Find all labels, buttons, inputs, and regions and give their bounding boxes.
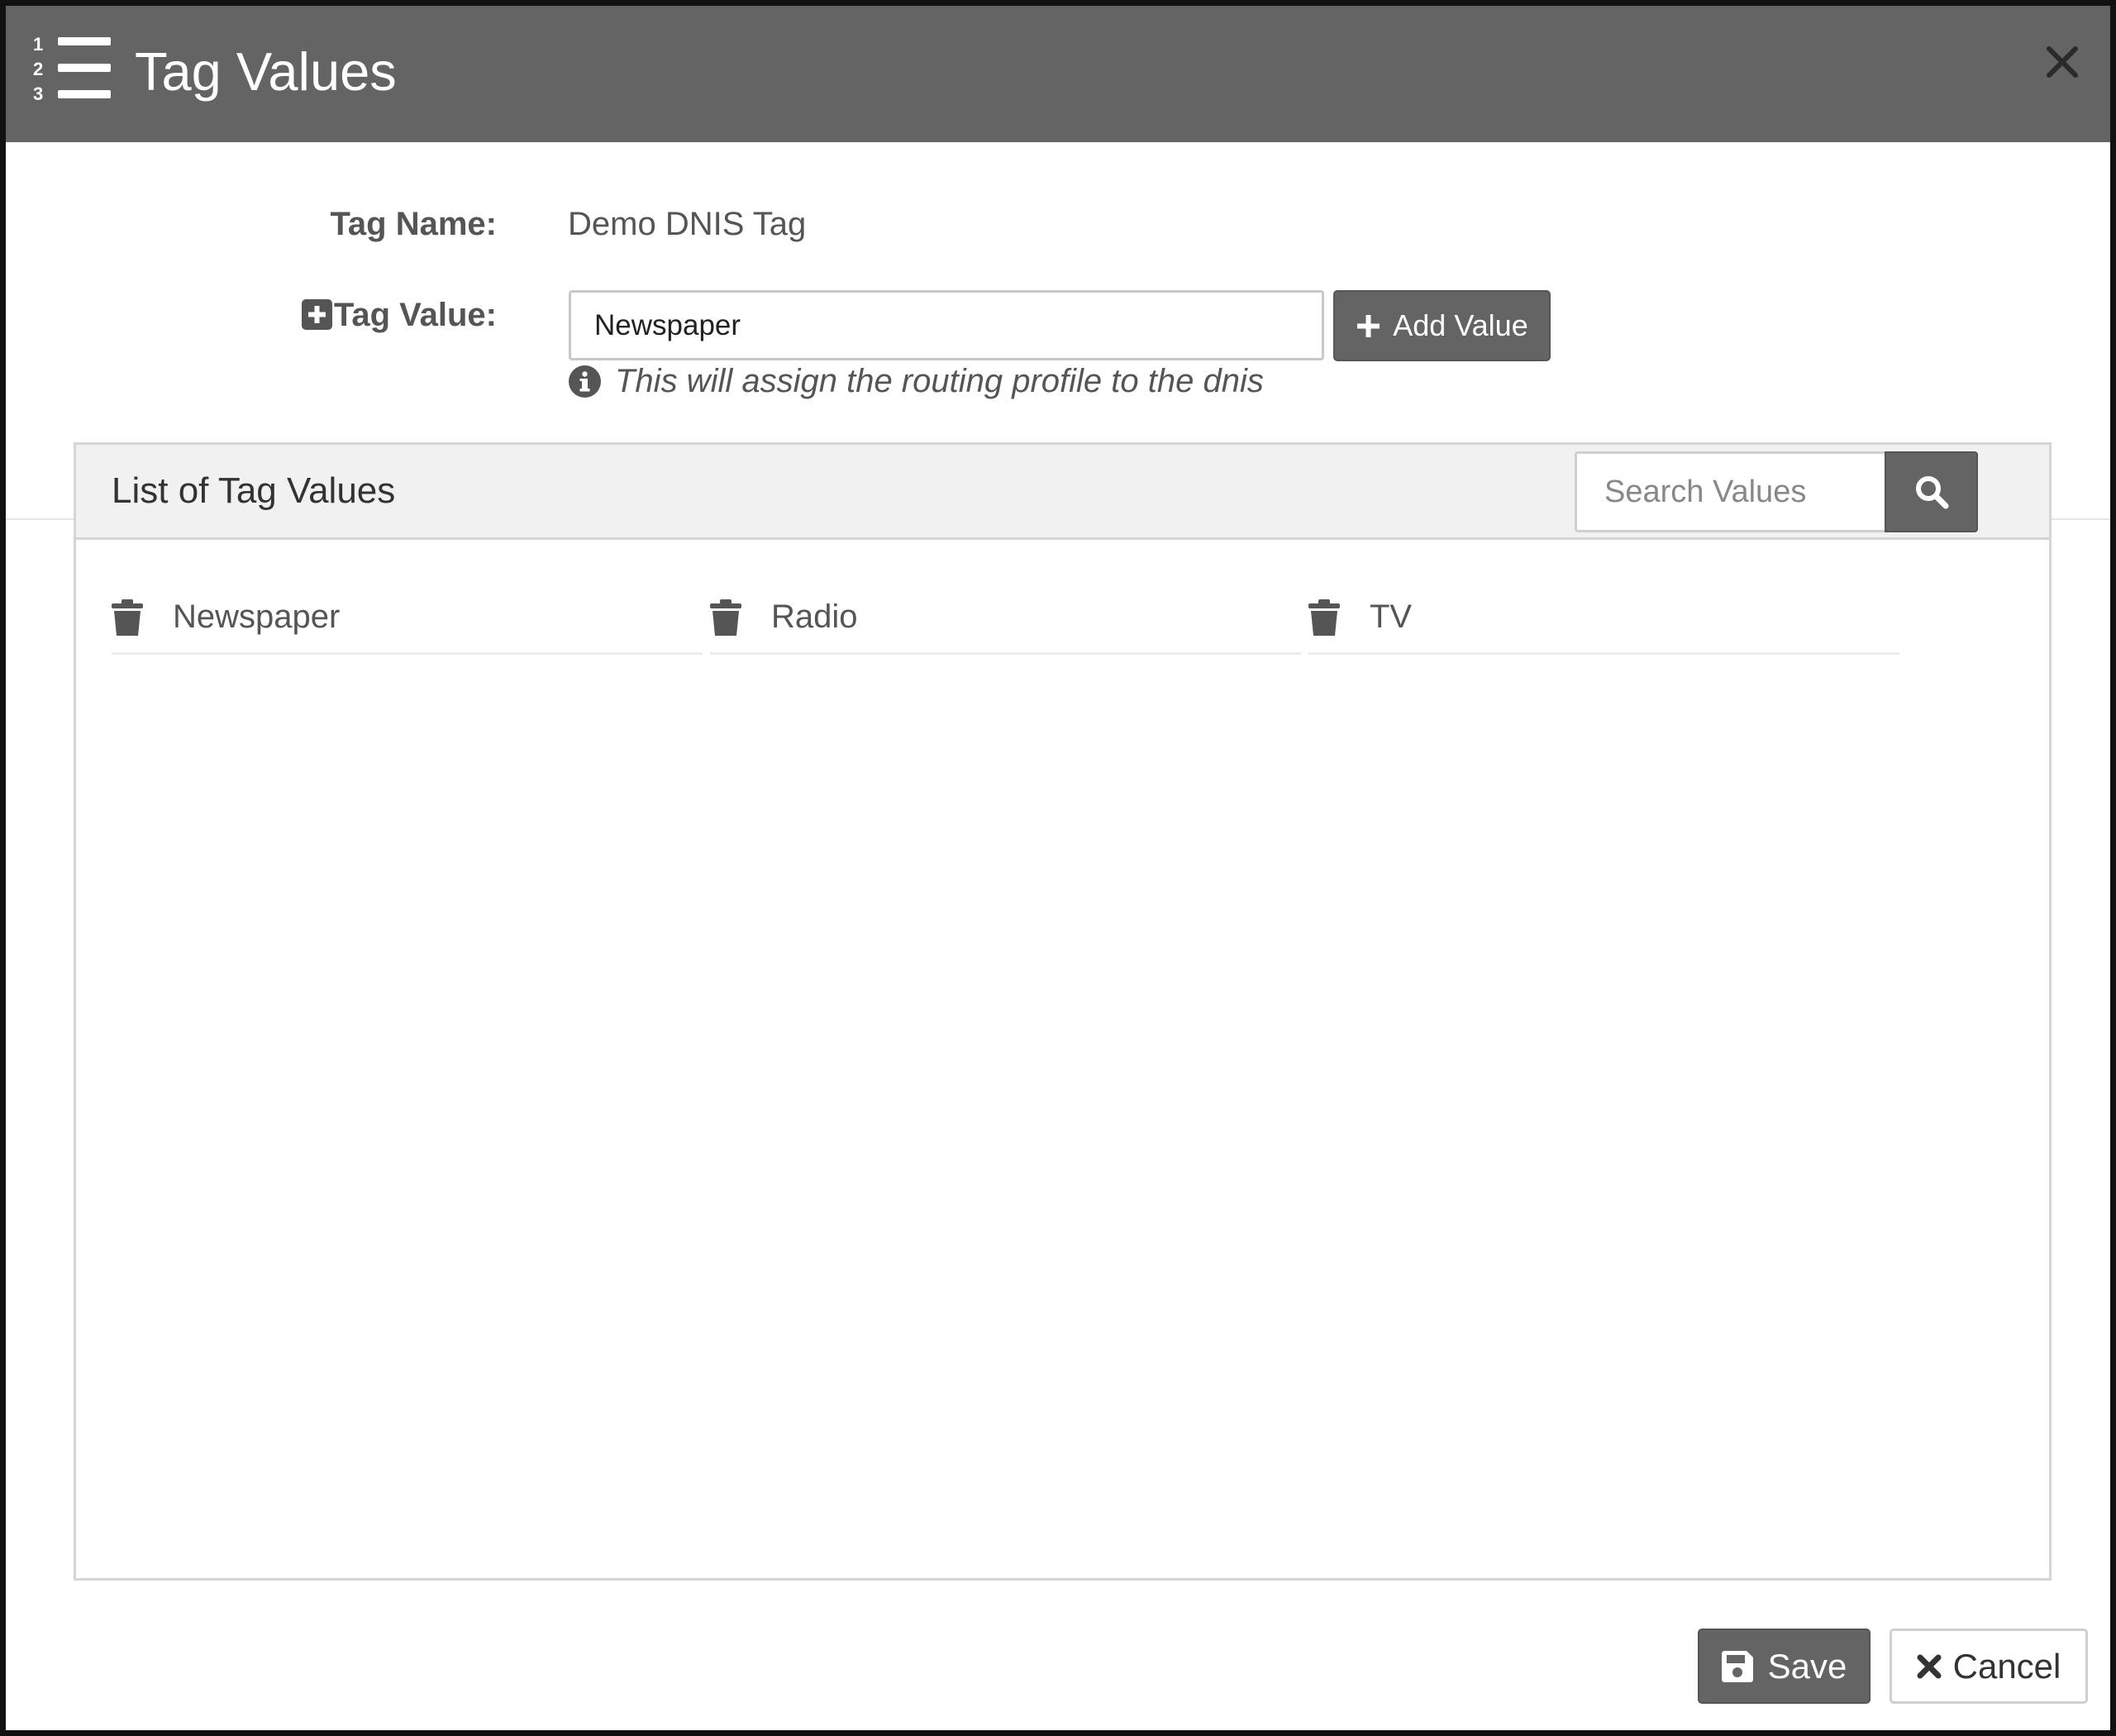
panel-title: List of Tag Values: [112, 470, 396, 511]
tag-name-label: Tag Name:: [330, 206, 497, 242]
info-icon: [569, 365, 601, 398]
search-icon: [1915, 476, 1948, 509]
tag-value-label: Radio: [771, 599, 858, 635]
tag-value-item: Newspaper: [112, 582, 703, 655]
cancel-label: Cancel: [1952, 1646, 2061, 1686]
add-value-label: Add Value: [1393, 308, 1528, 342]
tag-value-label: TV: [1370, 599, 1413, 635]
tag-value-item: Radio: [710, 582, 1301, 655]
save-button[interactable]: Save: [1698, 1629, 1871, 1704]
svg-text:1: 1: [33, 34, 43, 55]
trash-icon[interactable]: [1308, 599, 1340, 636]
tag-value-item: TV: [1308, 582, 1899, 655]
tag-values-dialog: 1 2 3 Tag Values Tag Name: Demo DNIS Tag…: [0, 0, 2116, 1736]
dialog-title: Tag Values: [135, 41, 397, 102]
trash-icon[interactable]: [112, 599, 143, 636]
plus-icon: [1357, 314, 1380, 337]
floppy-disk-icon: [1721, 1650, 1753, 1682]
close-icon[interactable]: [2042, 42, 2082, 82]
tag-value-label: Tag Value:: [333, 297, 497, 333]
search-input[interactable]: [1575, 451, 1885, 532]
dialog-header: 1 2 3 Tag Values: [6, 6, 2110, 142]
help-text: This will assign the routing profile to …: [615, 363, 1264, 399]
close-icon: [1917, 1654, 1942, 1678]
svg-text:3: 3: [33, 83, 43, 103]
svg-text:2: 2: [33, 59, 43, 79]
tag-value-input[interactable]: [569, 290, 1324, 360]
tag-name-value: Demo DNIS Tag: [568, 206, 807, 242]
trash-icon[interactable]: [710, 599, 741, 636]
add-value-button[interactable]: Add Value: [1333, 290, 1551, 361]
save-label: Save: [1767, 1646, 1847, 1686]
cancel-button[interactable]: Cancel: [1890, 1629, 2088, 1704]
tag-value-label: Newspaper: [173, 599, 341, 635]
panel-header: List of Tag Values: [76, 445, 2049, 540]
ordered-list-icon: 1 2 3: [33, 34, 111, 103]
tag-values-panel: List of Tag Values Newspaper: [74, 442, 2052, 1581]
search-button[interactable]: [1885, 451, 1978, 532]
help-text-row: This will assign the routing profile to …: [569, 363, 1264, 400]
